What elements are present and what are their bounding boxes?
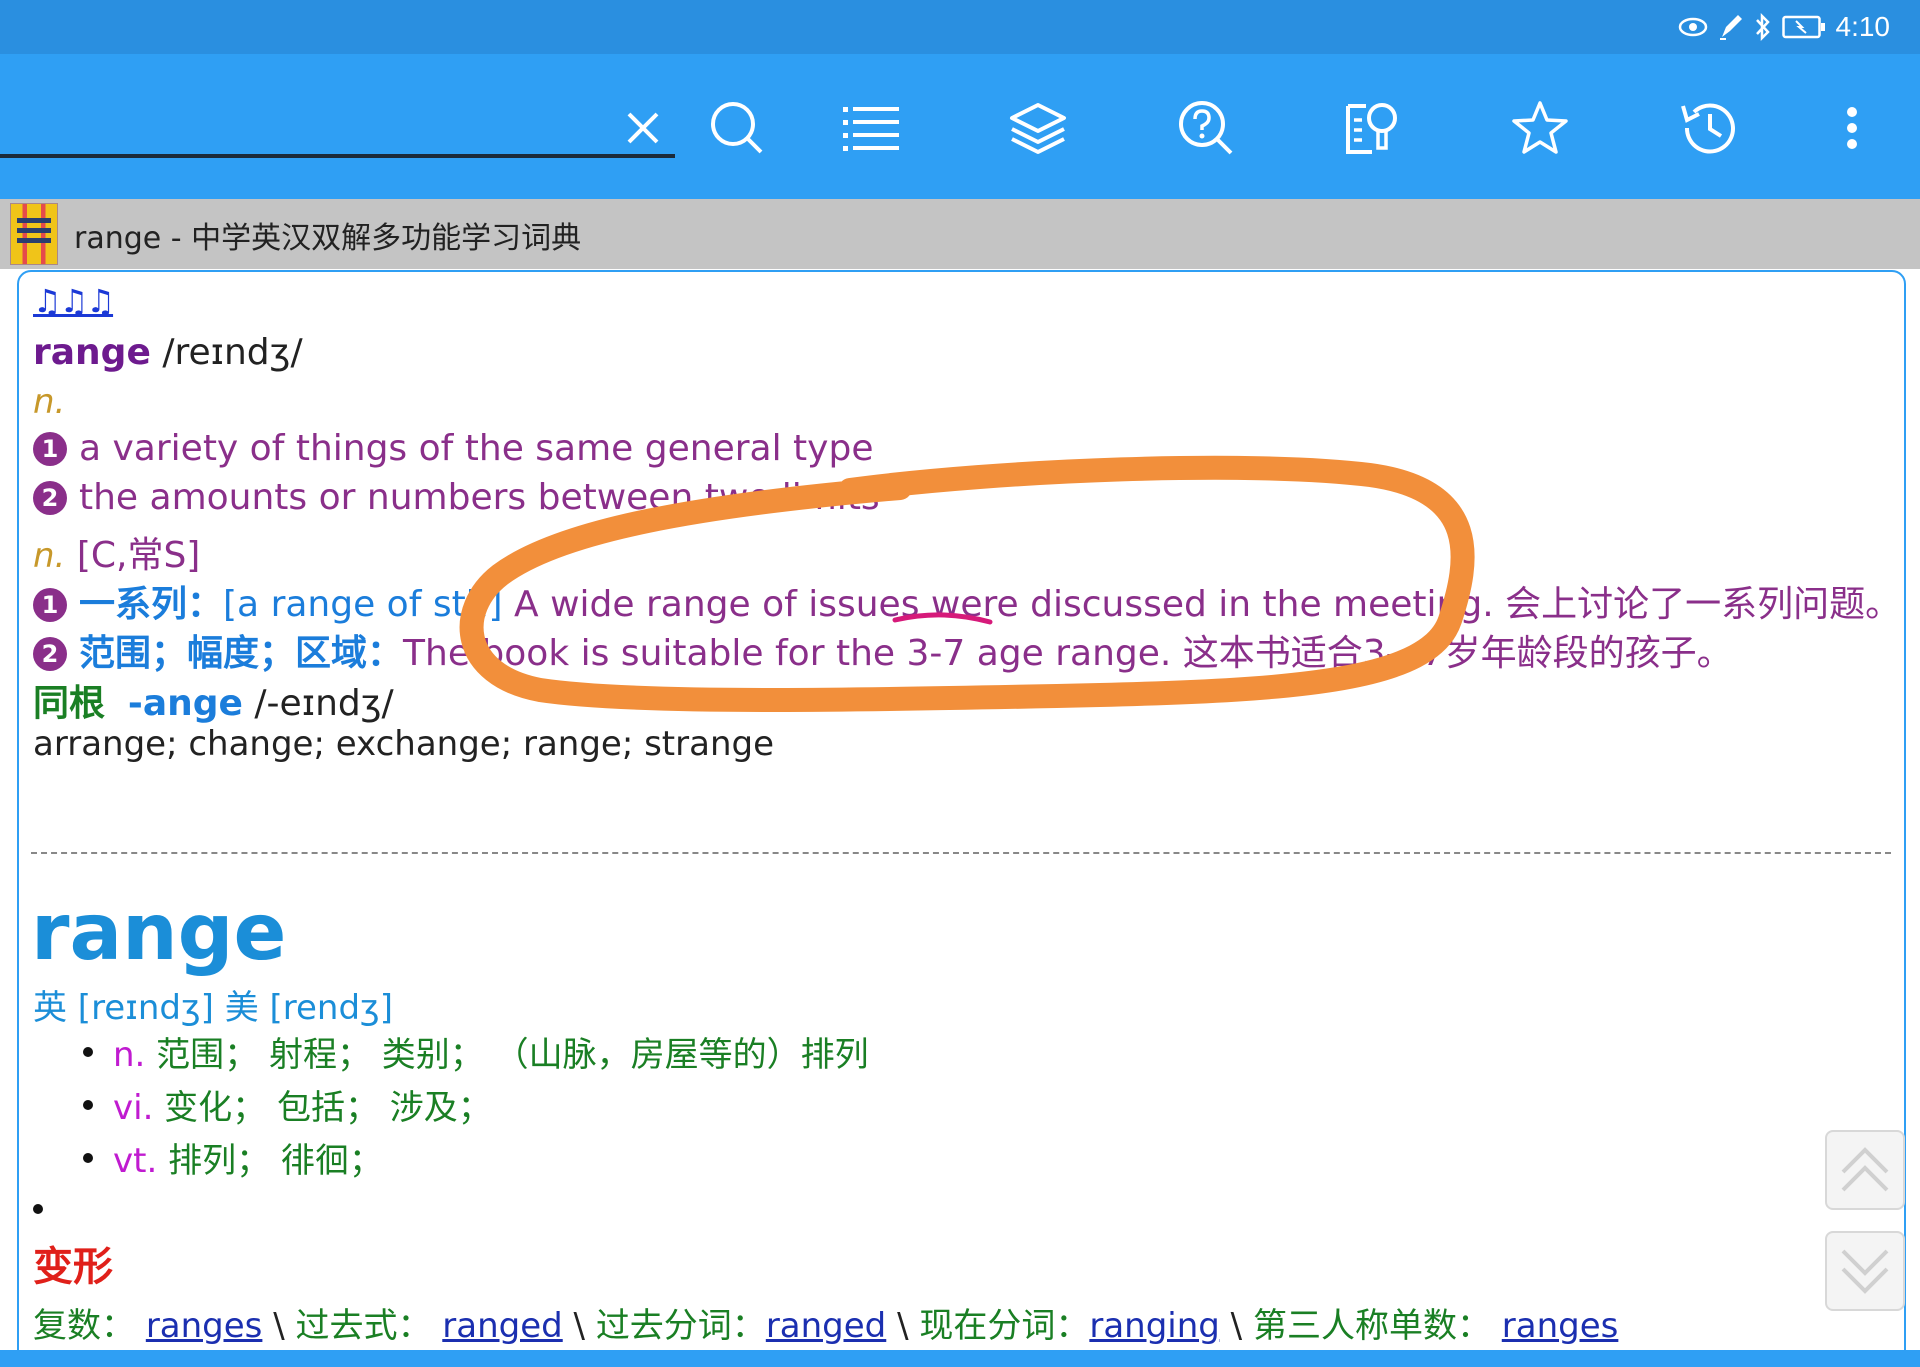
root-suffix: -ange [127,683,243,724]
definition-1: 1 a variety of things of the same general… [33,428,873,469]
form-link[interactable]: ranges [146,1306,263,1346]
headword-line: range /reɪndʒ/ [33,332,303,373]
entry-divider [31,852,1891,854]
search-button[interactable] [699,90,775,166]
sense-1: 1 一系列：[a range of sth] A wide range of is… [33,575,1901,627]
chevron-down-icon [1841,1249,1889,1294]
sense-phrase: [a range of sth] [223,584,503,625]
headword: range [33,332,151,373]
form-label: 第三人称单数： [1252,1306,1491,1346]
form-label: 现在分词： [919,1306,1090,1346]
list-icon [843,107,899,151]
headword-pronunciation: /reɪndʒ/ [162,332,303,373]
form-label: 过去式： [295,1306,432,1346]
status-bar: 4:10 [0,0,1920,54]
toolbar [0,54,1920,199]
form-label: 过去分词： [595,1306,766,1346]
quiz-button[interactable] [1334,90,1410,166]
form-link[interactable]: ranged [766,1306,886,1346]
audio-play-icon[interactable]: ♫♫♫ [33,282,115,320]
meaning-item: vt. 排列； 徘徊； [83,1133,869,1186]
definition-text: a variety of things of the same general … [79,428,874,469]
battery-icon [1781,15,1825,39]
form-link[interactable]: ranging [1089,1306,1220,1346]
scroll-down-button[interactable] [1825,1231,1905,1311]
bluetooth-icon [1755,13,1770,41]
part-of-speech: n. [33,536,66,576]
sense-example: A wide range of issues were discussed in… [502,584,1902,625]
form-separator: \ [562,1306,596,1346]
sense-chinese: 范围；幅度；区域： [79,633,404,674]
star-icon [1512,101,1568,154]
form-link[interactable]: ranged [442,1306,562,1346]
sense-number: 2 [33,637,67,671]
bottom-bar [0,1350,1920,1367]
root-pronunciation: /-eɪndʒ/ [254,683,394,724]
layers-icon [1010,103,1066,154]
more-vertical-icon [1847,107,1857,149]
form-label: 复数： [33,1306,135,1346]
part-of-speech: n. [33,382,66,422]
sense-example: The book is suitable for the 3-7 age ran… [403,633,1733,674]
part-of-speech-2: n. [C,常S] [33,526,200,578]
dictionary-header[interactable]: range - 中学英汉双解多功能学习词典 [0,199,1920,269]
status-time: 4:10 [1835,11,1891,42]
entry2-pronunciation[interactable]: 英 [reɪndʒ] 美 [rendʒ] [33,980,393,1029]
meaning-pos: vi. [113,1088,154,1128]
notebook-icon [1346,103,1397,154]
grammar-code: [C,常S] [76,535,201,576]
meaning-text: 排列； 徘徊； [157,1141,383,1181]
meanings-list: n. 范围； 射程； 类别； （山脉，房屋等的）排列 vi. 变化； 包括； 涉… [83,1027,869,1186]
meaning-text: 范围； 射程； 类别； （山脉，房屋等的）排列 [145,1035,869,1075]
definition-2: 2 the amounts or numbers between two limi… [33,477,880,518]
form-separator: \ [1219,1306,1253,1346]
definition-number: 1 [33,432,67,466]
more-options-button[interactable] [1814,90,1890,166]
meaning-item: n. 范围； 射程； 类别； （山脉，房屋等的）排列 [83,1027,869,1080]
dictionary-logo-icon [10,203,58,265]
dictionary-title: range - 中学英汉双解多功能学习词典 [74,221,582,256]
chevron-up-icon [1841,1147,1889,1192]
help-search-icon [1179,101,1233,155]
sense-number: 1 [33,588,67,622]
list-button[interactable] [833,90,909,166]
root-words: arrange; change; exchange; range; strang… [33,724,774,764]
sense-chinese: 一系列： [79,584,224,625]
meaning-pos: vt. [113,1141,158,1181]
form-separator: \ [886,1306,920,1346]
meaning-item: vi. 变化； 包括； 涉及； [83,1080,869,1133]
status-icons: 4:10 [1678,8,1891,46]
search-input[interactable] [0,120,604,172]
content-panel: ♫♫♫ range /reɪndʒ/ n. 1 a variety of thin… [17,270,1906,1354]
layers-button[interactable] [1000,90,1076,166]
pen-icon [1719,15,1742,40]
clear-button[interactable] [605,90,681,166]
word-forms: 复数： ranges \ 过去式： ranged \ 过去分词：ranged \… [33,1298,1618,1347]
definition-text: the amounts or numbers between two limit… [79,477,880,518]
definition-number: 2 [33,481,67,515]
eye-icon [1678,17,1707,37]
form-separator: \ [262,1306,296,1346]
scroll-up-button[interactable] [1825,1130,1905,1210]
meaning-text: 变化； 包括； 涉及； [153,1088,492,1128]
form-link[interactable]: ranges [1502,1306,1619,1346]
help-search-button[interactable] [1168,90,1244,166]
sense-2: 2 范围；幅度；区域：The book is suitable for the 3… [33,624,1733,676]
search-underline [0,154,675,158]
search-icon [711,102,763,154]
root-label: 同根 [33,683,106,724]
history-button[interactable] [1670,90,1746,166]
forms-title: 变形 [33,1244,113,1290]
close-icon [627,112,659,144]
empty-bullet [33,1204,43,1214]
favorites-button[interactable] [1502,90,1578,166]
root-line: 同根 -ange /-eɪndʒ/ [33,674,394,726]
history-icon [1681,103,1735,154]
entry2-headword: range [31,888,287,978]
meaning-pos: n. [113,1035,146,1075]
